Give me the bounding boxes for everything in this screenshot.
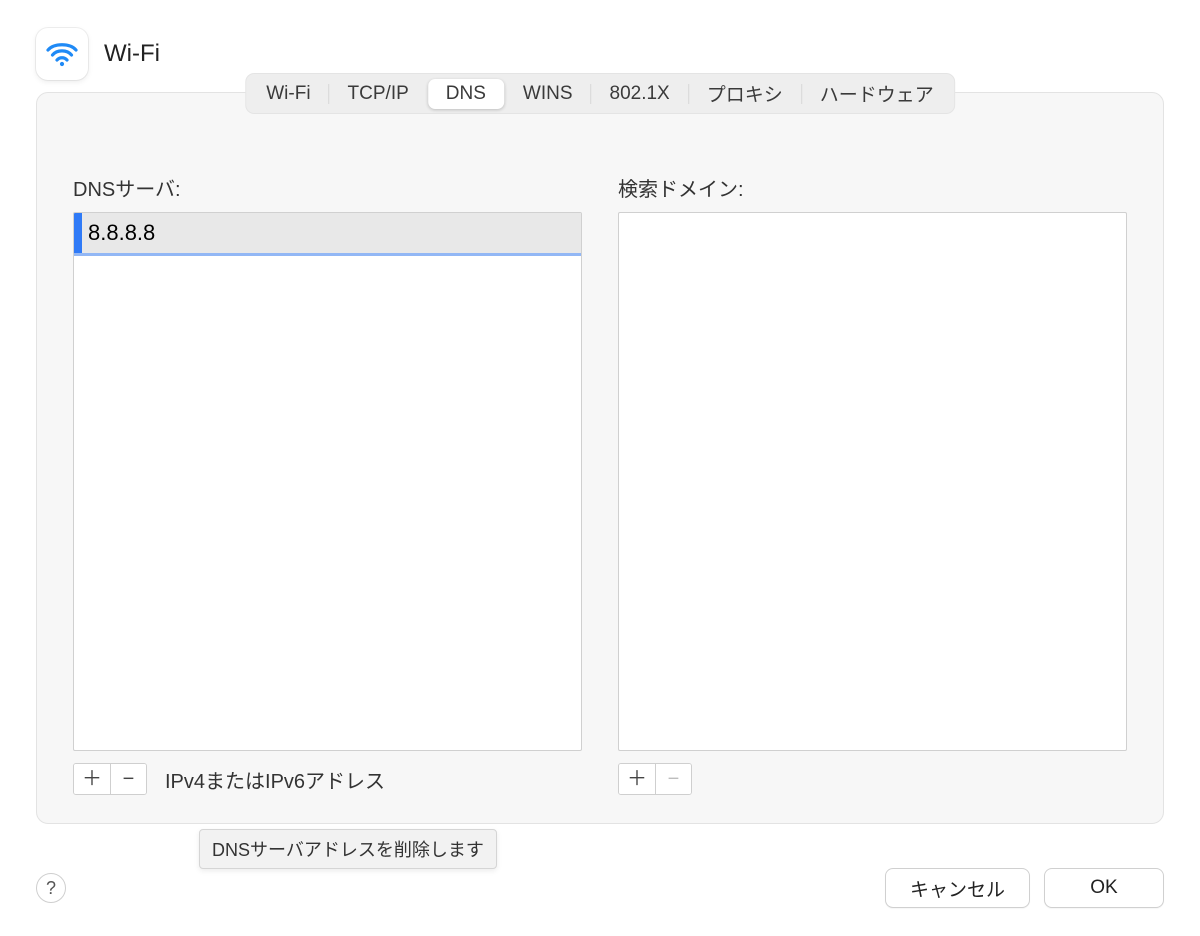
tab-wifi[interactable]: Wi-Fi [248,79,328,109]
dns-add-remove-group: ＋ − [73,763,147,795]
search-domains-list[interactable] [618,212,1127,751]
tab-tcpip[interactable]: TCP/IP [330,79,427,109]
text-cursor-icon [74,213,82,253]
tabs: Wi-Fi TCP/IP DNS WINS 802.1X プロキシ ハードウェア [245,73,955,114]
dns-server-value[interactable]: 8.8.8.8 [88,220,155,246]
dns-servers-list[interactable]: 8.8.8.8 [73,212,582,751]
plus-icon: ＋ [82,769,102,789]
add-domain-button[interactable]: ＋ [619,764,655,794]
cancel-button[interactable]: キャンセル [885,868,1030,908]
dns-servers-column: DNSサーバ: 8.8.8.8 ＋ − [73,173,582,795]
tab-wins[interactable]: WINS [505,79,591,109]
minus-icon: − [668,769,680,789]
add-dns-button[interactable]: ＋ [74,764,110,794]
help-icon: ? [46,878,56,899]
remove-dns-button[interactable]: − [110,764,146,794]
dns-servers-label: DNSサーバ: [73,173,582,202]
dns-list-controls: ＋ − IPv4またはIPv6アドレス [73,763,582,795]
sheet-footer: ? キャンセル OK [0,824,1200,936]
settings-panel: Wi-Fi TCP/IP DNS WINS 802.1X プロキシ ハードウェア… [36,92,1164,824]
search-domains-controls: ＋ − [618,763,1127,795]
wifi-dns-sheet: Wi-Fi Wi-Fi TCP/IP DNS WINS 802.1X プロキシ … [0,0,1200,936]
tab-proxy[interactable]: プロキシ [689,76,801,111]
plus-icon: ＋ [627,769,647,789]
search-domains-column: 検索ドメイン: ＋ − [618,173,1127,795]
tab-dns[interactable]: DNS [428,79,504,109]
tab-hardware[interactable]: ハードウェア [802,76,952,111]
help-button[interactable]: ? [36,873,66,903]
sheet-title: Wi-Fi [104,40,160,68]
ok-button[interactable]: OK [1044,868,1164,908]
wifi-icon [36,28,88,80]
remove-domain-button: − [655,764,691,794]
dns-hint-label: IPv4またはIPv6アドレス [165,765,385,794]
domain-add-remove-group: ＋ − [618,763,692,795]
tab-8021x[interactable]: 802.1X [592,79,688,109]
search-domains-label: 検索ドメイン: [618,173,1127,202]
minus-icon: − [123,769,135,789]
remove-dns-tooltip: DNSサーバアドレスを削除します [199,829,497,869]
dns-server-row[interactable]: 8.8.8.8 [74,213,581,253]
editing-underline-icon [74,253,581,256]
dns-content: DNSサーバ: 8.8.8.8 ＋ − [37,93,1163,823]
